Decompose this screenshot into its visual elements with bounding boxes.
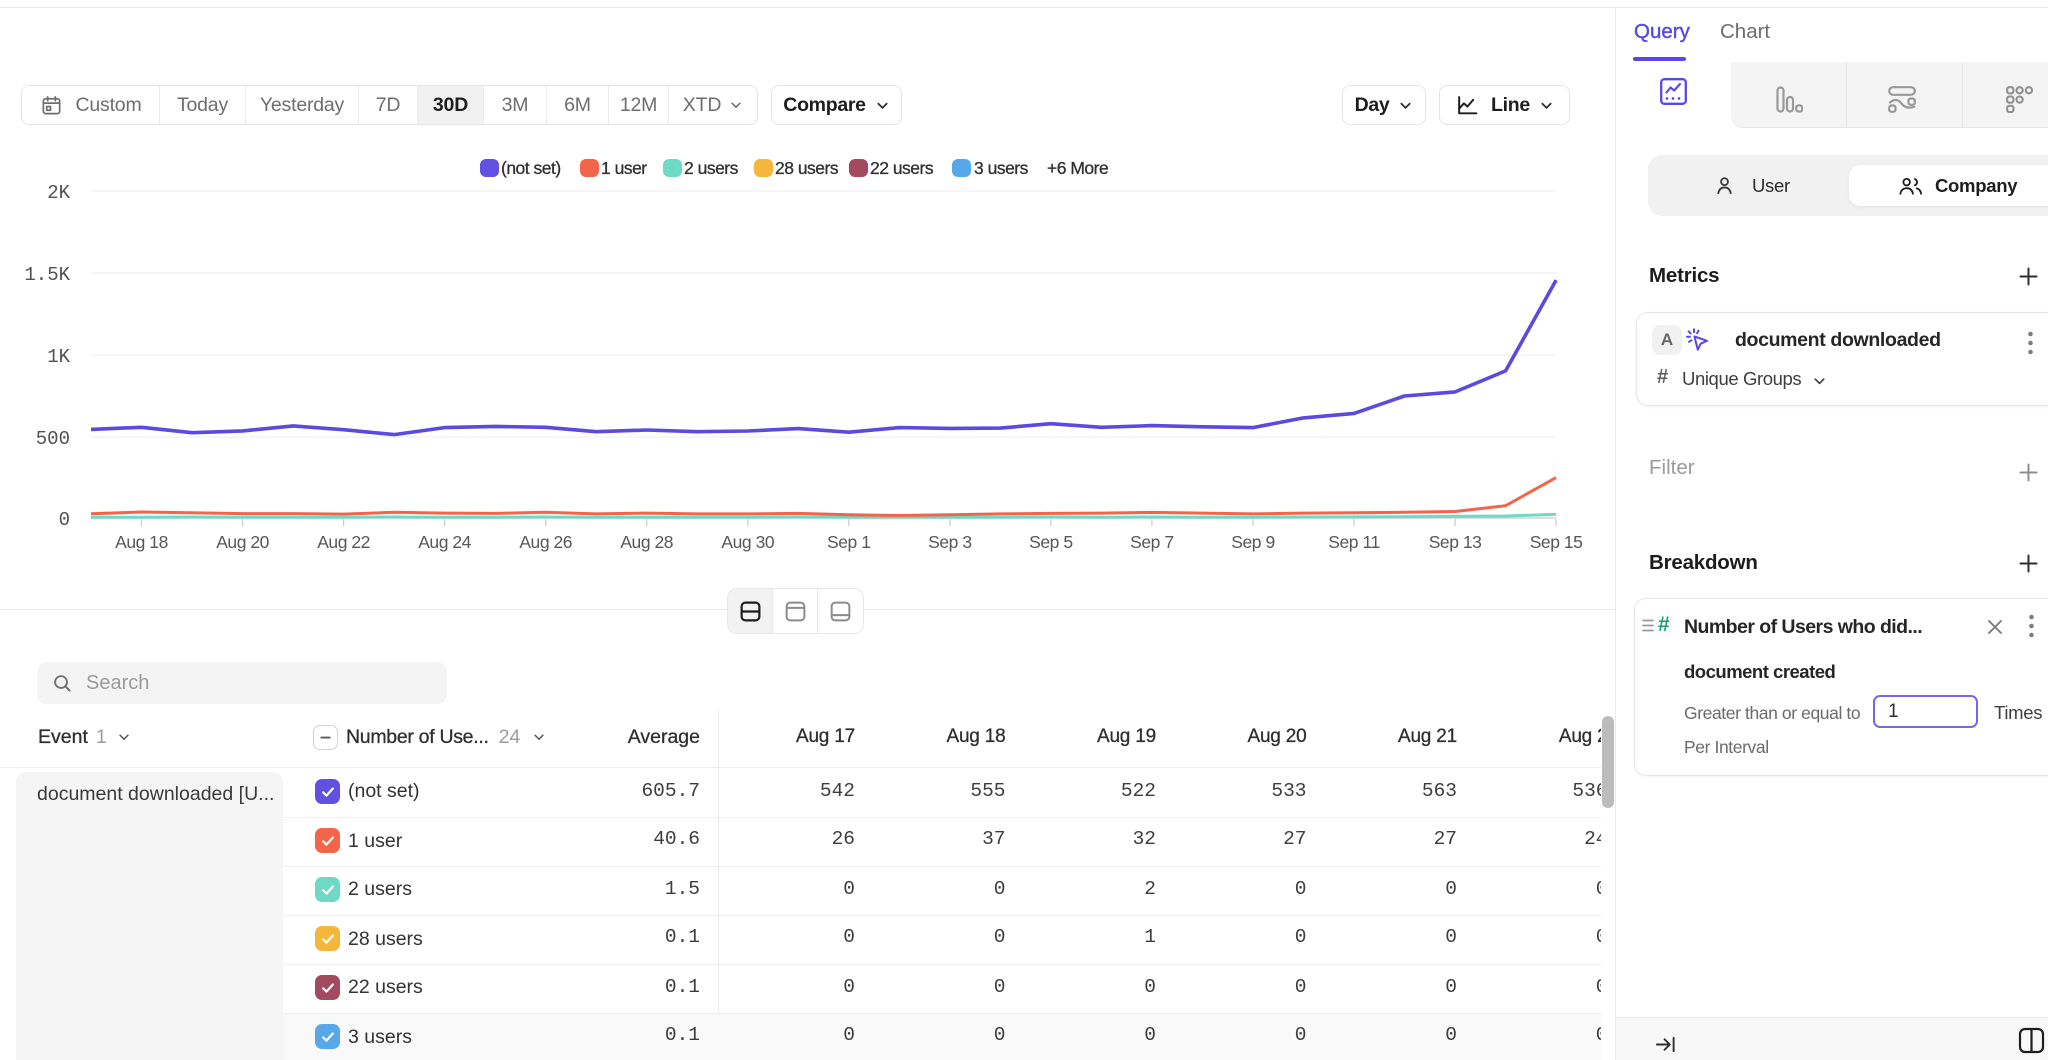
svg-text:2K: 2K (47, 182, 70, 204)
svg-text:Aug 18: Aug 18 (115, 532, 168, 552)
svg-text:Sep 13: Sep 13 (1429, 532, 1482, 552)
svg-text:Aug 22: Aug 22 (317, 532, 370, 552)
svg-text:Sep 9: Sep 9 (1231, 532, 1274, 552)
svg-text:Sep 5: Sep 5 (1029, 532, 1072, 552)
svg-text:Sep 11: Sep 11 (1328, 532, 1379, 552)
svg-text:Aug 24: Aug 24 (418, 532, 471, 552)
svg-text:Sep 3: Sep 3 (928, 532, 971, 552)
svg-text:1K: 1K (47, 346, 70, 368)
svg-text:Aug 26: Aug 26 (519, 532, 572, 552)
svg-text:0: 0 (59, 509, 70, 531)
svg-text:Sep 7: Sep 7 (1130, 532, 1173, 552)
svg-text:Aug 28: Aug 28 (620, 532, 673, 552)
svg-text:Aug 20: Aug 20 (216, 532, 269, 552)
svg-text:500: 500 (36, 428, 70, 450)
svg-text:Aug 30: Aug 30 (721, 532, 774, 552)
svg-text:1.5K: 1.5K (24, 264, 70, 286)
svg-text:Sep 15: Sep 15 (1530, 532, 1583, 552)
svg-text:Sep 1: Sep 1 (827, 532, 870, 552)
